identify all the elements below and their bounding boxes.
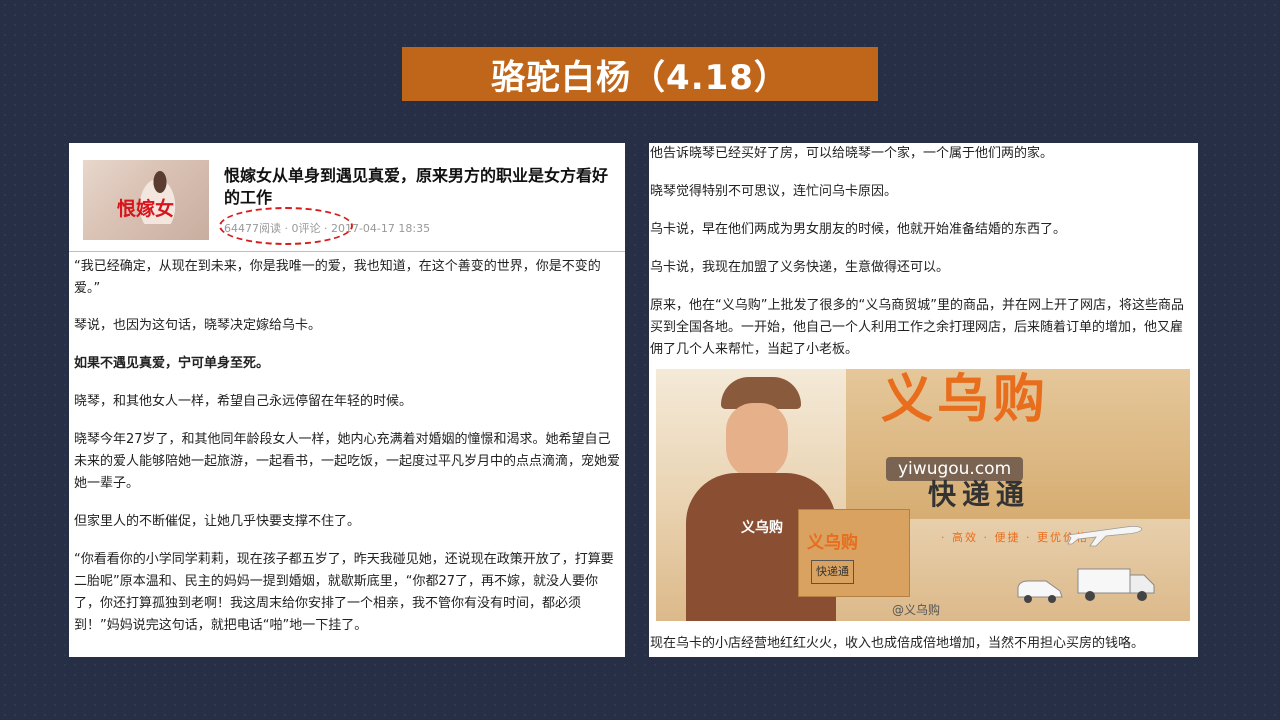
article-body: 他告诉晓琴已经买好了房，可以给晓琴一个家，一个属于他们两的家。 晓琴觉得特别不可… xyxy=(649,143,1198,361)
paragraph: 现在乌卡的小店经营地红红火火，收入也成倍成倍地增加，当然不用担心买房的钱咯。 xyxy=(650,636,1145,651)
paragraph: “你看看你的小学同学莉莉，现在孩子都五岁了，昨天我碰见她，还说现在政策开放了，打… xyxy=(74,552,614,633)
article-thumbnail: 恨嫁女 xyxy=(83,160,209,240)
article-body: “我已经确定，从现在到未来，你是我唯一的爱，我也知道，在这个善变的世界，你是不变… xyxy=(69,252,625,637)
paragraph: 他告诉晓琴已经买好了房，可以给晓琴一个家，一个属于他们两的家。 xyxy=(650,146,1054,161)
yiwugou-promo-image: 义乌购 yiwugou.com 快递通 · 高效 · 便捷 · 更优价格 义乌购… xyxy=(656,369,1190,621)
slide-title: 骆驼白杨（4.18） xyxy=(402,47,878,101)
article-screenshot-left: 恨嫁女 恨嫁女从单身到遇见真爱，原来男方的职业是女方看好的工作 64477阅读 … xyxy=(69,143,625,657)
parcel-label: 快递通 xyxy=(811,560,854,584)
brand-slogan: 快递通 xyxy=(928,478,1031,511)
face-shape xyxy=(726,403,788,479)
weibo-watermark: @义乌购 xyxy=(892,603,941,617)
van-icon xyxy=(1017,580,1063,603)
paragraph: 乌卡说，我现在加盟了义务快递，生意做得还可以。 xyxy=(650,260,950,275)
article-screenshot-right: 他告诉晓琴已经买好了房，可以给晓琴一个家，一个属于他们两的家。 晓琴觉得特别不可… xyxy=(649,143,1198,657)
brand-logo: 义乌购 xyxy=(881,370,1050,430)
parcel-box: 义乌购 快递通 xyxy=(798,509,910,597)
airplane-icon xyxy=(1067,525,1143,547)
parcel-logo: 义乌购 xyxy=(807,533,858,553)
paragraph: 琴说，也因为这句话，晓琴决定嫁给乌卡。 xyxy=(74,318,322,333)
article-header: 恨嫁女 恨嫁女从单身到遇见真爱，原来男方的职业是女方看好的工作 64477阅读 … xyxy=(69,143,625,252)
paragraph: 乌卡说，早在他们两成为男女朋友的时候，他就开始准备结婚的东西了。 xyxy=(650,222,1067,237)
paragraph: 但家里人的不断催促，让她几乎快要支撑不住了。 xyxy=(74,514,361,529)
paragraph: 晓琴，和其他女人一样，希望自己永远停留在年轻的时候。 xyxy=(74,394,413,409)
paragraph: “我已经确定，从现在到未来，你是我唯一的爱，我也知道，在这个善变的世界，你是不变… xyxy=(74,259,601,296)
paragraph: 晓琴今年27岁了，和其他同年龄段女人一样，她内心充满着对婚姻的憧憬和渴求。她希望… xyxy=(74,432,621,491)
paragraph: 晓琴觉得特别不可思议，连忙问乌卡原因。 xyxy=(650,184,898,199)
highlight-ellipse xyxy=(219,207,353,245)
shirt-logo: 义乌购 xyxy=(741,520,783,536)
paragraph: 原来，他在“义乌购”上批发了很多的“义乌商贸城”里的商品，并在网上开了网店，将这… xyxy=(650,298,1184,357)
thumbnail-caption: 恨嫁女 xyxy=(117,198,175,220)
truck-icon xyxy=(1077,568,1155,601)
paragraph-bold: 如果不遇见真爱，宁可单身至死。 xyxy=(74,356,270,371)
article-headline[interactable]: 恨嫁女从单身到遇见真爱，原来男方的职业是女方看好的工作 xyxy=(224,165,619,209)
